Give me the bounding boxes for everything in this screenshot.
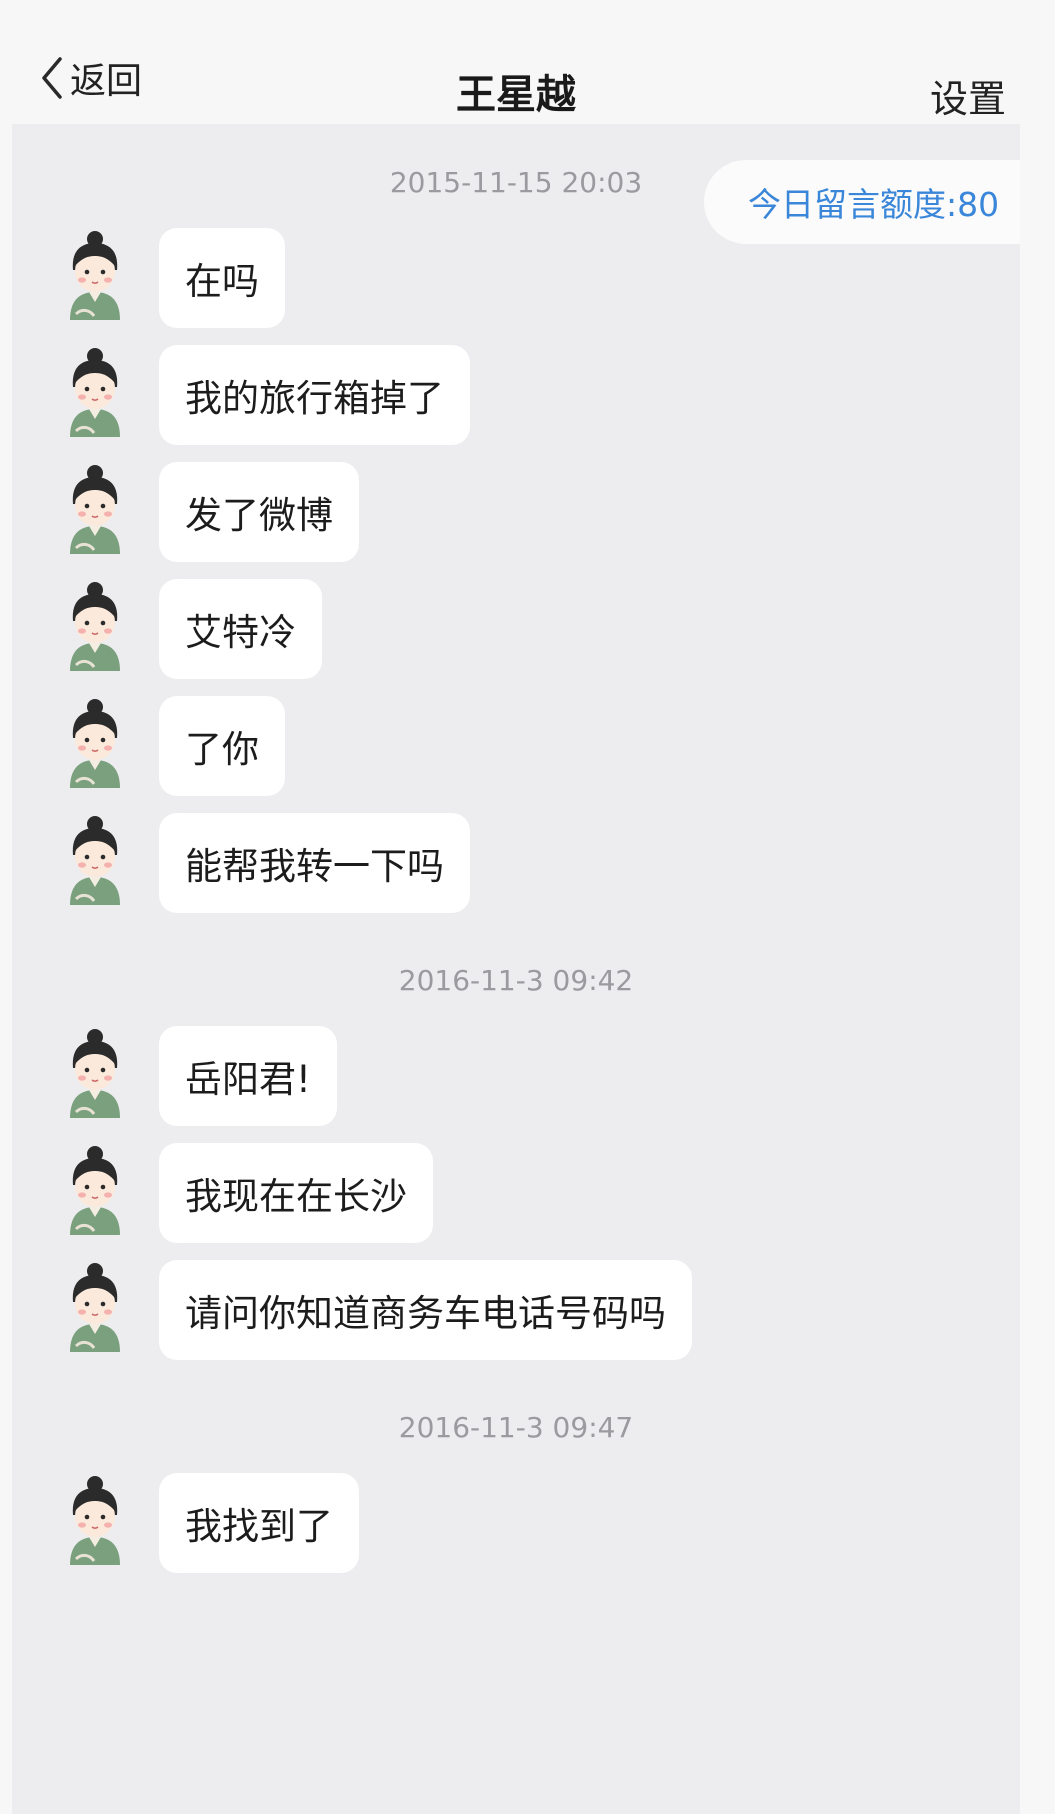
navigation-bar: 返回 王星越 设置 bbox=[12, 20, 1020, 124]
message-row: 在吗 bbox=[12, 228, 1020, 328]
avatar[interactable] bbox=[62, 1028, 128, 1118]
message-bubble[interactable]: 艾特冷 bbox=[159, 579, 322, 679]
message-bubble[interactable]: 我现在在长沙 bbox=[159, 1143, 433, 1243]
message-bubble[interactable]: 了你 bbox=[159, 696, 285, 796]
message-bubble[interactable]: 发了微博 bbox=[159, 462, 359, 562]
message-row: 岳阳君! bbox=[12, 1026, 1020, 1126]
avatar[interactable] bbox=[62, 464, 128, 554]
timestamp: 2016-11-3 09:42 bbox=[398, 964, 634, 997]
page-title: 王星越 bbox=[456, 72, 576, 118]
message-row: 艾特冷 bbox=[12, 579, 1020, 679]
timestamp: 2015-11-15 20:03 bbox=[389, 166, 643, 199]
message-bubble[interactable]: 岳阳君! bbox=[159, 1026, 337, 1126]
message-bubble[interactable]: 请问你知道商务车电话号码吗 bbox=[159, 1260, 692, 1360]
message-bubble[interactable]: 我找到了 bbox=[159, 1473, 359, 1573]
settings-button[interactable]: 设置 bbox=[930, 68, 1006, 123]
message-row: 了你 bbox=[12, 696, 1020, 796]
chat-screen: 返回 王星越 设置 今日留言额度:80 2015-11-15 20:03 在吗 … bbox=[12, 20, 1020, 1814]
avatar[interactable] bbox=[62, 698, 128, 788]
message-bubble[interactable]: 在吗 bbox=[159, 228, 285, 328]
message-row: 我找到了 bbox=[12, 1473, 1020, 1573]
avatar[interactable] bbox=[62, 347, 128, 437]
avatar[interactable] bbox=[62, 1262, 128, 1352]
message-row: 我现在在长沙 bbox=[12, 1143, 1020, 1243]
avatar[interactable] bbox=[62, 581, 128, 671]
avatar[interactable] bbox=[62, 815, 128, 905]
timestamp: 2016-11-3 09:47 bbox=[398, 1411, 634, 1444]
message-bubble[interactable]: 我的旅行箱掉了 bbox=[159, 345, 470, 445]
avatar[interactable] bbox=[62, 1475, 128, 1565]
avatar[interactable] bbox=[62, 1145, 128, 1235]
avatar[interactable] bbox=[62, 230, 128, 320]
message-row: 能帮我转一下吗 bbox=[12, 813, 1020, 913]
message-bubble[interactable]: 能帮我转一下吗 bbox=[159, 813, 470, 913]
message-row: 请问你知道商务车电话号码吗 bbox=[12, 1260, 1020, 1360]
message-row: 我的旅行箱掉了 bbox=[12, 345, 1020, 445]
message-row: 发了微博 bbox=[12, 462, 1020, 562]
